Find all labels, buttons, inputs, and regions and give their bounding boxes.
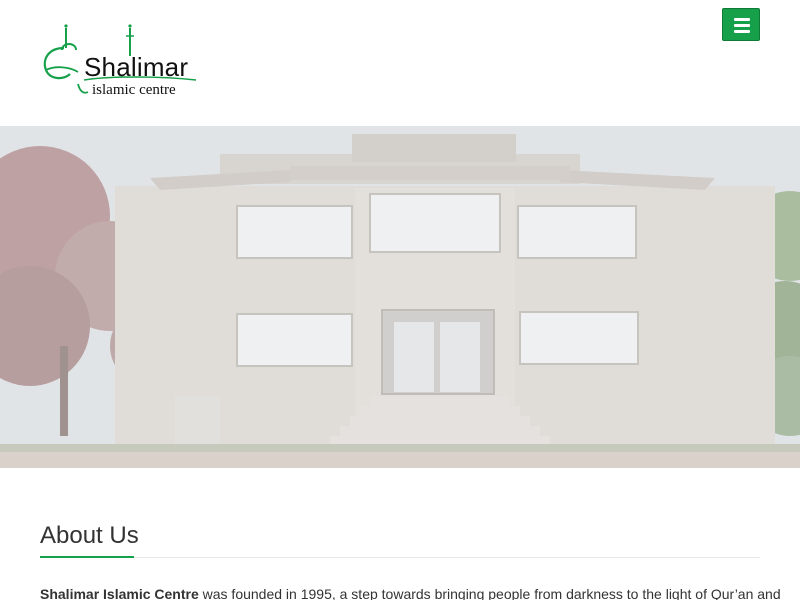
logo-subtitle: islamic centre <box>92 82 176 98</box>
hamburger-icon-bar <box>734 24 750 27</box>
hamburger-icon <box>734 18 750 21</box>
about-intro-text: was founded in 1995, a step towards brin… <box>198 586 781 600</box>
logo-wordmark: Shalimar <box>84 52 189 82</box>
about-heading: About Us <box>40 522 139 549</box>
heading-divider <box>40 557 760 558</box>
heading-accent-line <box>40 556 134 558</box>
site-logo[interactable]: Shalimar islamic centre <box>40 22 200 102</box>
hero-image <box>0 126 800 468</box>
about-paragraph: Shalimar Islamic Centre was founded in 1… <box>40 584 781 600</box>
hero-overlay <box>0 126 800 468</box>
about-intro-bold: Shalimar Islamic Centre <box>40 586 199 600</box>
menu-toggle-button[interactable] <box>722 8 760 41</box>
hamburger-icon-bar <box>734 30 750 33</box>
site-header: Shalimar islamic centre <box>0 0 800 126</box>
about-section: About Us Shalimar Islamic Centre was fou… <box>40 520 781 600</box>
